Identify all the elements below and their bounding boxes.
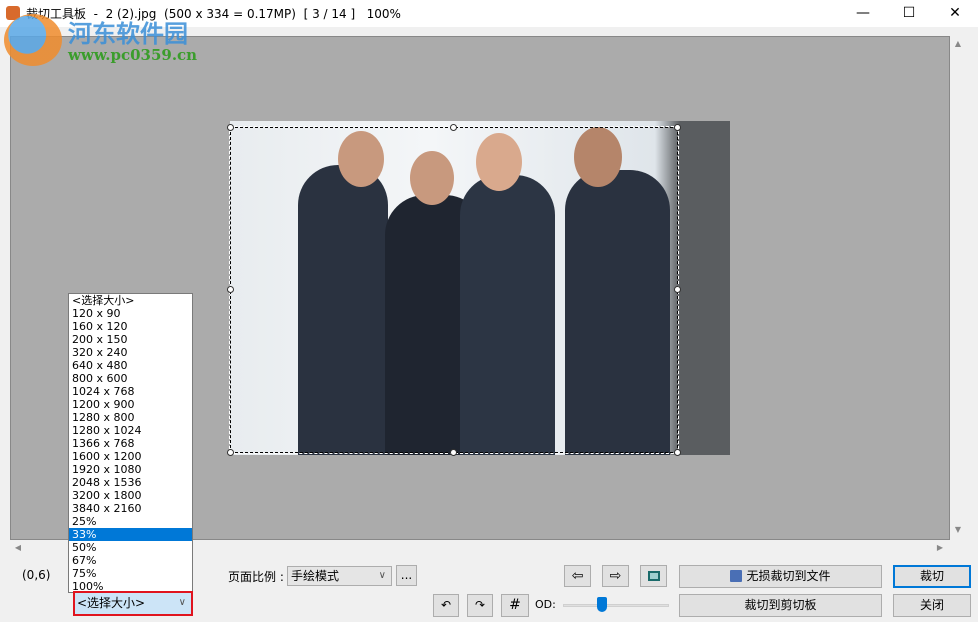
size-option[interactable]: 1600 x 1200 (69, 450, 192, 463)
crop-handle[interactable] (450, 124, 457, 131)
crop-handle[interactable] (227, 286, 234, 293)
crop-button[interactable]: 裁切 (893, 565, 971, 588)
size-option[interactable]: 2048 x 1536 (69, 476, 192, 489)
watermark-url: www.pc0359.cn (68, 46, 197, 64)
ratio-more-button[interactable]: ... (396, 565, 417, 586)
scroll-left-icon[interactable]: ◀ (10, 540, 26, 556)
close-button[interactable]: 关闭 (893, 594, 971, 617)
fit-selection-button[interactable] (640, 565, 667, 587)
crop-to-clipboard-button[interactable]: 裁切到剪切板 (679, 594, 882, 617)
size-option[interactable]: 200 x 150 (69, 333, 192, 346)
scroll-up-icon[interactable]: ▲ (950, 36, 966, 52)
crop-handle[interactable] (227, 449, 234, 456)
watermark-name: 河东软件园 (68, 14, 188, 49)
size-option[interactable]: 1280 x 1024 (69, 424, 192, 437)
fit-icon (648, 571, 660, 581)
size-option[interactable]: 3200 x 1800 (69, 489, 192, 502)
scroll-right-icon[interactable]: ▶ (932, 540, 948, 556)
size-option[interactable]: 1366 x 768 (69, 437, 192, 450)
save-icon (730, 570, 742, 582)
chevron-down-icon: ∨ (379, 567, 386, 585)
size-option[interactable]: 75% (69, 567, 192, 580)
size-option[interactable]: 800 x 600 (69, 372, 192, 385)
rotate-left-button[interactable]: ↶ (433, 594, 459, 617)
size-option[interactable]: 67% (69, 554, 192, 567)
od-slider-thumb[interactable] (597, 597, 607, 612)
ratio-select[interactable]: 手绘模式 ∨ (287, 566, 392, 586)
lossless-crop-button[interactable]: 无损裁切到文件 (679, 565, 882, 588)
od-label: OD: (535, 598, 556, 611)
crop-handle[interactable] (674, 449, 681, 456)
crop-selection[interactable] (230, 127, 678, 453)
size-dropdown-list[interactable]: <选择大小>120 x 90160 x 120200 x 150320 x 24… (68, 293, 193, 593)
coordinate-readout: (0,6) (22, 568, 50, 582)
next-image-button[interactable]: ⇨ (602, 565, 629, 587)
crop-handle[interactable] (674, 286, 681, 293)
close-window-button[interactable]: ✕ (932, 0, 978, 27)
size-option[interactable]: 50% (69, 541, 192, 554)
crop-handle[interactable] (450, 449, 457, 456)
size-option[interactable]: 320 x 240 (69, 346, 192, 359)
vertical-scrollbar[interactable]: ▲ ▼ (950, 36, 967, 540)
maximize-button[interactable]: ☐ (886, 0, 932, 27)
lossless-crop-label: 无损裁切到文件 (746, 569, 830, 583)
watermark-logo (4, 14, 62, 66)
od-slider[interactable] (563, 604, 669, 607)
scroll-down-icon[interactable]: ▼ (950, 522, 966, 538)
size-dropdown-value: <选择大小> (77, 596, 145, 610)
size-dropdown[interactable]: <选择大小> ∨ (73, 591, 193, 616)
prev-image-button[interactable]: ⇦ (564, 565, 591, 587)
size-option[interactable]: 33% (69, 528, 192, 541)
size-option[interactable]: 25% (69, 515, 192, 528)
size-option[interactable]: <选择大小> (69, 294, 192, 307)
size-option[interactable]: 120 x 90 (69, 307, 192, 320)
size-option[interactable]: 1024 x 768 (69, 385, 192, 398)
size-option[interactable]: 1200 x 900 (69, 398, 192, 411)
size-option[interactable]: 1920 x 1080 (69, 463, 192, 476)
size-option[interactable]: 160 x 120 (69, 320, 192, 333)
size-option[interactable]: 1280 x 800 (69, 411, 192, 424)
crop-handle[interactable] (227, 124, 234, 131)
rotate-right-button[interactable]: ↷ (467, 594, 493, 617)
chevron-down-icon: ∨ (179, 593, 186, 613)
minimize-button[interactable]: — (840, 0, 886, 27)
size-option[interactable]: 640 x 480 (69, 359, 192, 372)
ratio-select-value: 手绘模式 (291, 569, 339, 583)
grid-button[interactable]: # (501, 594, 529, 617)
size-option[interactable]: 3840 x 2160 (69, 502, 192, 515)
crop-handle[interactable] (674, 124, 681, 131)
ratio-label: 页面比例 : (228, 568, 284, 585)
